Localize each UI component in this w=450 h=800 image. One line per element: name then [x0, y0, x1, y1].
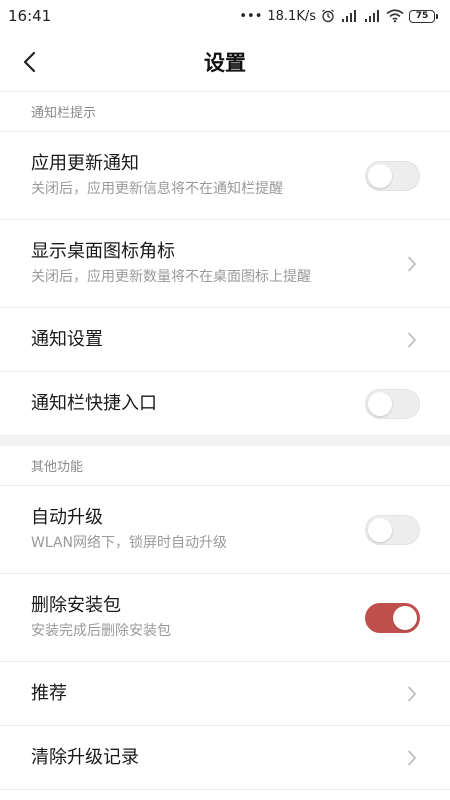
row-title: 推荐	[31, 682, 67, 704]
row-clear-upgrade-records[interactable]: 清除升级记录	[0, 726, 450, 790]
row-title: 显示桌面图标角标	[31, 241, 175, 262]
section-header-notifications: 通知栏提示	[0, 92, 450, 132]
row-notification-shortcut[interactable]: 通知栏快捷入口	[0, 372, 450, 436]
back-arrow-icon	[23, 51, 36, 73]
row-title: 自动升级	[31, 507, 103, 528]
app-update-notification-toggle[interactable]	[365, 160, 420, 191]
row-delete-package[interactable]: 删除安装包 安装完成后删除安装包	[0, 574, 450, 662]
title-bar: 设置	[0, 32, 450, 92]
row-desktop-icon-badge[interactable]: 显示桌面图标角标 关闭后，应用更新数量将不在桌面图标上提醒	[0, 220, 450, 308]
row-auto-upgrade[interactable]: 自动升级 WLAN网络下，锁屏时自动升级	[0, 486, 450, 574]
row-notification-settings[interactable]: 通知设置	[0, 308, 450, 372]
chevron-right-icon	[402, 330, 422, 350]
signal-hd-icon	[340, 9, 358, 23]
network-speed: 18.1K/s	[267, 8, 316, 24]
row-subtitle: WLAN网络下，锁屏时自动升级	[31, 535, 228, 551]
chevron-right-icon	[402, 748, 422, 768]
alarm-icon	[321, 9, 335, 23]
row-title: 应用更新通知	[31, 153, 139, 174]
row-app-update-notification[interactable]: 应用更新通知 关闭后，应用更新信息将不在通知栏提醒	[0, 132, 450, 220]
settings-list: 通知栏提示 应用更新通知 关闭后，应用更新信息将不在通知栏提醒 显示桌面图标角标…	[0, 92, 450, 790]
row-title: 通知设置	[31, 328, 103, 350]
section-header-other: 其他功能	[0, 446, 450, 486]
chevron-right-icon	[402, 684, 422, 704]
row-subtitle: 安装完成后删除安装包	[31, 623, 171, 639]
status-icons: ••• 18.1K/s 75	[239, 9, 438, 24]
back-button[interactable]	[14, 46, 46, 78]
status-time: 16:41	[8, 7, 52, 25]
notification-shortcut-toggle[interactable]	[365, 388, 420, 419]
battery-icon: 75	[409, 9, 438, 23]
row-title: 删除安装包	[31, 595, 121, 616]
row-subtitle: 关闭后，应用更新信息将不在通知栏提醒	[31, 181, 283, 197]
row-subtitle: 关闭后，应用更新数量将不在桌面图标上提醒	[31, 269, 311, 285]
page-title: 设置	[204, 50, 246, 75]
section-divider	[0, 436, 450, 446]
delete-package-toggle[interactable]	[365, 602, 420, 633]
status-bar: 16:41 ••• 18.1K/s 75	[0, 0, 450, 32]
row-title: 清除升级记录	[31, 746, 139, 768]
row-recommend[interactable]: 推荐	[0, 662, 450, 726]
battery-level: 75	[409, 9, 435, 23]
wifi-icon	[386, 9, 404, 23]
signal-icon	[363, 9, 381, 23]
row-title: 通知栏快捷入口	[31, 392, 157, 414]
auto-upgrade-toggle[interactable]	[365, 514, 420, 545]
chevron-right-icon	[402, 254, 422, 274]
notification-dots: •••	[239, 8, 263, 24]
